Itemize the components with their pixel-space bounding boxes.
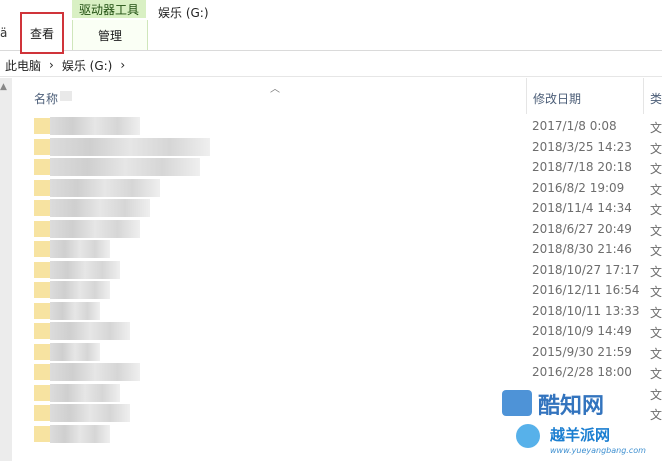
folder-icon bbox=[34, 364, 50, 380]
folder-icon bbox=[34, 241, 50, 257]
chevron-right-icon[interactable]: › bbox=[120, 58, 125, 72]
file-row[interactable]: 2018/6/27 20:49 文 bbox=[14, 219, 662, 239]
file-row[interactable]: 2018/3/25 14:23 文 bbox=[14, 137, 662, 157]
chevron-right-icon[interactable]: › bbox=[49, 58, 54, 72]
breadcrumb-drive[interactable]: 娱乐 (G:) bbox=[62, 57, 113, 74]
file-type: 文 bbox=[650, 141, 662, 156]
sort-ascending-icon: ︿ bbox=[270, 84, 280, 95]
blurred-file-name bbox=[50, 137, 210, 156]
blurred-file-name bbox=[50, 322, 130, 340]
blurred-file-name bbox=[50, 240, 110, 258]
blurred-file-name bbox=[50, 199, 150, 217]
file-row[interactable]: 2018/11/4 14:34 文 bbox=[14, 198, 662, 218]
file-date-modified: 2018/10/27 17:17 bbox=[532, 262, 640, 277]
folder-icon bbox=[34, 343, 50, 360]
file-date-modified: 2018/3/25 14:23 bbox=[532, 139, 632, 154]
folder-icon bbox=[34, 159, 50, 175]
folder-icon bbox=[34, 118, 50, 134]
column-header-name[interactable]: 名称 bbox=[34, 90, 58, 107]
watermark-text: 越羊派网 bbox=[550, 426, 611, 444]
column-header-type[interactable]: 类 bbox=[643, 78, 662, 114]
file-date-modified: 2015/9/30 21:59 bbox=[532, 344, 632, 359]
navigation-pane[interactable] bbox=[0, 78, 12, 461]
file-date-modified: 2016/2/28 18:00 bbox=[532, 365, 632, 379]
folder-icon bbox=[34, 282, 50, 298]
folder-icon bbox=[34, 323, 50, 339]
folder-icon bbox=[34, 405, 50, 421]
blurred-file-name bbox=[50, 260, 120, 279]
file-type: 文 bbox=[650, 182, 662, 197]
window-title: 娱乐 (G:) bbox=[158, 6, 209, 20]
file-type: 文 bbox=[650, 305, 662, 320]
watermark-logo-icon bbox=[502, 390, 532, 416]
blurred-file-name bbox=[50, 424, 110, 443]
folder-icon bbox=[34, 220, 50, 237]
watermark-logo-icon bbox=[516, 424, 540, 448]
file-date-modified: 2018/8/30 21:46 bbox=[532, 242, 632, 256]
blurred-file-name bbox=[50, 178, 160, 197]
column-header-date-modified[interactable]: 修改日期 bbox=[526, 78, 642, 114]
folder-icon bbox=[34, 200, 50, 216]
ribbon: ä 查看 驱动器工具 管理 娱乐 (G:) bbox=[0, 0, 662, 54]
drive-tools-header: 驱动器工具 bbox=[72, 0, 146, 18]
file-row[interactable]: 2018/10/9 14:49 文 bbox=[14, 321, 662, 341]
file-type: 文 bbox=[650, 367, 662, 381]
blurred-file-name bbox=[50, 342, 100, 361]
file-type: 文 bbox=[650, 121, 662, 135]
file-row[interactable]: 2016/12/11 16:54 文 bbox=[14, 280, 662, 300]
blurred-file-name bbox=[50, 363, 140, 381]
folder-icon bbox=[34, 138, 50, 155]
file-row[interactable]: 2018/7/18 20:18 文 bbox=[14, 157, 662, 177]
blurred-file-name bbox=[50, 117, 140, 135]
tab-view[interactable]: 查看 bbox=[20, 12, 64, 54]
file-row[interactable]: 2017/1/8 0:08 文 bbox=[14, 116, 662, 136]
blurred-file-name bbox=[50, 158, 200, 176]
folder-icon bbox=[34, 179, 50, 196]
file-date-modified: 2018/10/11 13:33 bbox=[532, 303, 640, 318]
watermark-primary: 酷知网 bbox=[502, 382, 652, 422]
file-date-modified: 2018/11/4 14:34 bbox=[532, 201, 632, 215]
file-type: 文 bbox=[650, 346, 662, 361]
file-row[interactable]: 2015/9/30 21:59 文 bbox=[14, 342, 662, 362]
blurred-file-name bbox=[50, 404, 130, 422]
address-bar[interactable]: 此电脑 › 娱乐 (G:) › bbox=[0, 54, 662, 77]
blurred-file-name bbox=[50, 219, 140, 238]
tab-manage[interactable]: 管理 bbox=[72, 20, 148, 50]
file-date-modified: 2017/1/8 0:08 bbox=[532, 119, 617, 133]
file-row[interactable]: 2018/8/30 21:46 文 bbox=[14, 239, 662, 259]
watermark-text: 酷知网 bbox=[538, 394, 605, 419]
file-date-modified: 2016/12/11 16:54 bbox=[532, 283, 640, 297]
blurred-file-name bbox=[50, 301, 100, 320]
breadcrumb-this-pc[interactable]: 此电脑 bbox=[5, 57, 41, 74]
scroll-up-icon[interactable]: ▲ bbox=[0, 82, 7, 92]
file-type: 文 bbox=[650, 285, 662, 299]
file-type: 文 bbox=[650, 326, 662, 340]
folder-icon bbox=[34, 425, 50, 442]
watermark-url: www.yueyangbang.com bbox=[550, 446, 646, 455]
file-row[interactable]: 2018/10/11 13:33 文 bbox=[14, 301, 662, 321]
folder-icon bbox=[34, 261, 50, 278]
watermark-secondary: 越羊派网 www.yueyangbang.com bbox=[510, 418, 660, 461]
file-date-modified: 2018/10/9 14:49 bbox=[532, 324, 632, 338]
file-row[interactable]: 2016/2/28 18:00 文 bbox=[14, 362, 662, 382]
file-type: 文 bbox=[650, 264, 662, 279]
file-type: 文 bbox=[650, 223, 662, 238]
file-row[interactable]: 2018/10/27 17:17 文 bbox=[14, 260, 662, 280]
file-type: 文 bbox=[650, 203, 662, 217]
folder-icon bbox=[34, 384, 50, 401]
blurred-file-name bbox=[50, 281, 110, 299]
blurred-region bbox=[60, 91, 72, 101]
file-type: 文 bbox=[650, 244, 662, 258]
tab-partial[interactable]: ä bbox=[0, 26, 7, 40]
folder-icon bbox=[34, 302, 50, 319]
file-date-modified: 2018/7/18 20:18 bbox=[532, 160, 632, 174]
file-type: 文 bbox=[650, 162, 662, 176]
column-header-row: ︿ 名称 修改日期 类 bbox=[14, 78, 662, 114]
file-date-modified: 2018/6/27 20:49 bbox=[532, 221, 632, 236]
blurred-file-name bbox=[50, 383, 120, 402]
file-date-modified: 2016/8/2 19:09 bbox=[532, 180, 625, 195]
file-row[interactable]: 2016/8/2 19:09 文 bbox=[14, 178, 662, 198]
